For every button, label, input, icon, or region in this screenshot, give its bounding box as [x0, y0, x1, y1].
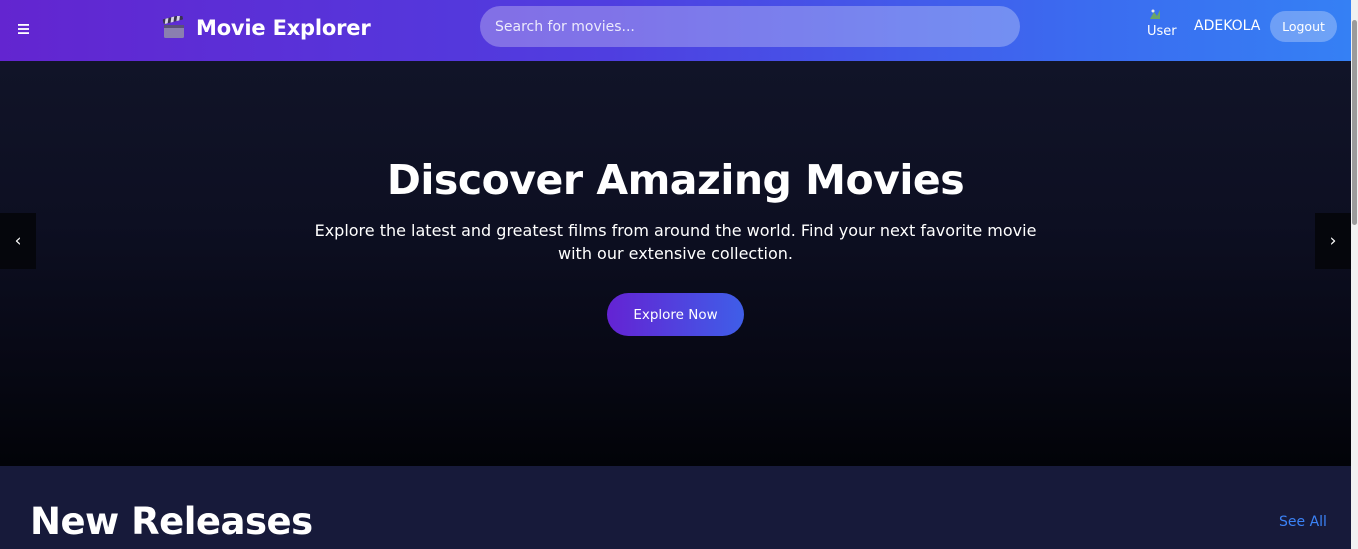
user-avatar-alt-text: User [1147, 24, 1177, 39]
broken-image-icon [1150, 9, 1160, 19]
username-label: ADEKOLA [1194, 18, 1261, 34]
page-scrollbar[interactable] [1351, 0, 1358, 549]
hero-carousel: Discover Amazing Movies Explore the late… [0, 61, 1351, 466]
section-title: New Releases [30, 500, 313, 543]
scrollbar-thumb[interactable] [1352, 20, 1357, 225]
user-avatar[interactable]: User [1147, 8, 1179, 42]
hero-subtitle: Explore the latest and greatest films fr… [314, 221, 1037, 263]
top-navbar: Movie Explorer User ADEKOLA Logout [0, 0, 1351, 61]
new-releases-section: New Releases See All [0, 466, 1351, 549]
chevron-left-icon: ‹ [14, 231, 22, 251]
hamburger-menu-button[interactable] [14, 19, 32, 39]
see-all-link[interactable]: See All [1279, 514, 1327, 530]
clapperboard-icon [162, 16, 184, 38]
hero-title: Discover Amazing Movies [386, 156, 965, 204]
explore-now-button[interactable]: Explore Now [607, 293, 744, 336]
search-input[interactable] [480, 6, 1020, 47]
brand-logo[interactable]: Movie Explorer [162, 13, 371, 43]
brand-title: Movie Explorer [196, 16, 371, 40]
page: Movie Explorer User ADEKOLA Logout Disco… [0, 0, 1358, 549]
chevron-right-icon: › [1329, 231, 1337, 251]
carousel-prev-button[interactable]: ‹ [0, 213, 36, 269]
hamburger-icon [17, 24, 29, 34]
carousel-next-button[interactable]: › [1315, 213, 1351, 269]
logout-button[interactable]: Logout [1270, 11, 1337, 42]
